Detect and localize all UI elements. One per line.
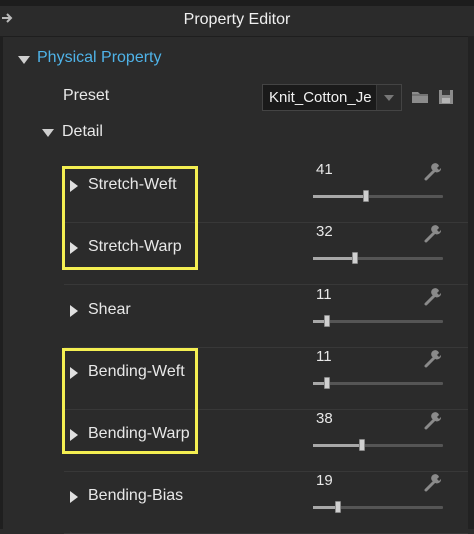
wrench-icon[interactable] [422,223,444,245]
property-value[interactable]: 32 [316,223,333,240]
expand-icon[interactable] [70,491,78,503]
wrench-icon[interactable] [422,410,444,432]
section-label: Physical Property [37,49,162,66]
dropdown-button[interactable] [376,85,401,110]
slider-thumb[interactable] [324,315,330,327]
property-slider[interactable] [313,377,443,389]
wrench-icon[interactable] [422,472,444,494]
folder-icon[interactable] [410,87,430,107]
property-value[interactable]: 41 [316,161,333,178]
property-slider[interactable] [313,439,443,451]
slider-thumb[interactable] [335,501,341,513]
property-slider[interactable] [313,501,443,513]
property-label: Bending-Bias [88,487,184,504]
slider-fill [313,195,366,198]
slider-thumb[interactable] [352,252,358,264]
property-value[interactable]: 11 [316,348,332,365]
property-slider[interactable] [313,252,443,264]
collapse-icon[interactable] [18,56,30,64]
title-bar: Property Editor [0,6,474,37]
wrench-icon[interactable] [422,286,444,308]
property-slider[interactable] [313,315,443,327]
slider-fill [313,444,362,447]
slider-thumb[interactable] [363,190,369,202]
wrench-icon[interactable] [422,161,444,183]
property-label: Shear [88,301,131,318]
highlight-box-stretch [62,166,198,270]
window-title: Property Editor [183,11,291,28]
row-divider [64,284,468,285]
slider-fill [313,257,355,260]
expand-icon[interactable] [70,305,78,317]
chevron-down-icon [384,95,394,101]
preset-dropdown[interactable]: Knit_Cotton_Je [262,84,402,111]
save-icon[interactable] [436,87,456,107]
wrench-icon[interactable] [422,348,444,370]
property-slider[interactable] [313,190,443,202]
collapse-icon[interactable] [42,129,54,137]
detail-label: Detail [62,123,103,140]
scrollbar[interactable] [468,36,474,529]
slider-thumb[interactable] [324,377,330,389]
property-value[interactable]: 38 [316,410,333,427]
property-row[interactable]: Bending-Bias 19 [0,472,468,534]
preset-label: Preset [63,87,110,104]
slider-thumb[interactable] [359,439,365,451]
property-value[interactable]: 11 [316,286,332,303]
preset-value: Knit_Cotton_Je [269,89,372,106]
property-row[interactable]: Shear 11 [0,286,468,348]
highlight-box-bending [62,348,198,454]
property-value[interactable]: 19 [316,472,333,489]
